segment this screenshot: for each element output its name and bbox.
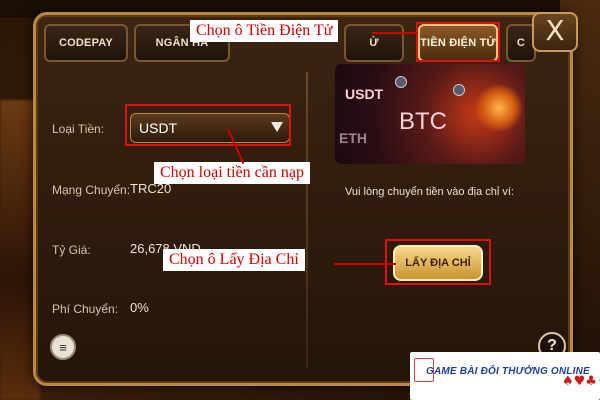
banner-eth-text: ETH bbox=[339, 130, 367, 146]
banner-usdt-text: USDT bbox=[345, 86, 384, 102]
callout-get-address: Chọn ô Lấy Địa Chỉ bbox=[163, 249, 305, 271]
highlight-crypto-tab bbox=[416, 22, 500, 62]
coin-icon bbox=[453, 84, 465, 96]
close-button[interactable]: X bbox=[532, 12, 578, 52]
tab-hidden[interactable]: Ử bbox=[344, 24, 404, 62]
crypto-banner: USDT BTC ETH bbox=[335, 64, 525, 164]
callout-currency: Chọn loại tiền cần nạp bbox=[154, 162, 310, 184]
tab-codepay[interactable]: CODEPAY bbox=[44, 24, 128, 62]
arrow-to-crypto-tab bbox=[372, 32, 418, 34]
document-icon[interactable]: ≡ bbox=[50, 334, 76, 360]
bitcoin-glow-icon bbox=[475, 84, 523, 132]
callout-crypto-tab: Chọn ô Tiền Điện Tử bbox=[190, 20, 339, 42]
rate-label: Tỷ Giá: bbox=[52, 243, 91, 257]
banner-btc-text: BTC bbox=[399, 108, 447, 135]
fee-label: Phí Chuyển: bbox=[52, 302, 119, 316]
arrow-to-get-address bbox=[334, 263, 396, 265]
panel-divider bbox=[306, 72, 308, 368]
site-watermark: GAME BÀI ĐỔI THƯỞNG ONLINE ♠♥♣♦ bbox=[410, 352, 600, 400]
card-suits-icon: ♠♥♣♦ bbox=[562, 374, 600, 389]
deposit-instructions: Vui lòng chuyển tiền vào địa chỉ ví: bbox=[345, 186, 514, 198]
network-label: Mạng Chuyển: bbox=[52, 183, 131, 197]
highlight-currency-select bbox=[125, 104, 291, 146]
highlight-get-address bbox=[385, 239, 491, 285]
currency-label: Loại Tiền: bbox=[52, 122, 105, 136]
coin-icon bbox=[395, 76, 407, 88]
fee-value: 0% bbox=[130, 300, 149, 315]
